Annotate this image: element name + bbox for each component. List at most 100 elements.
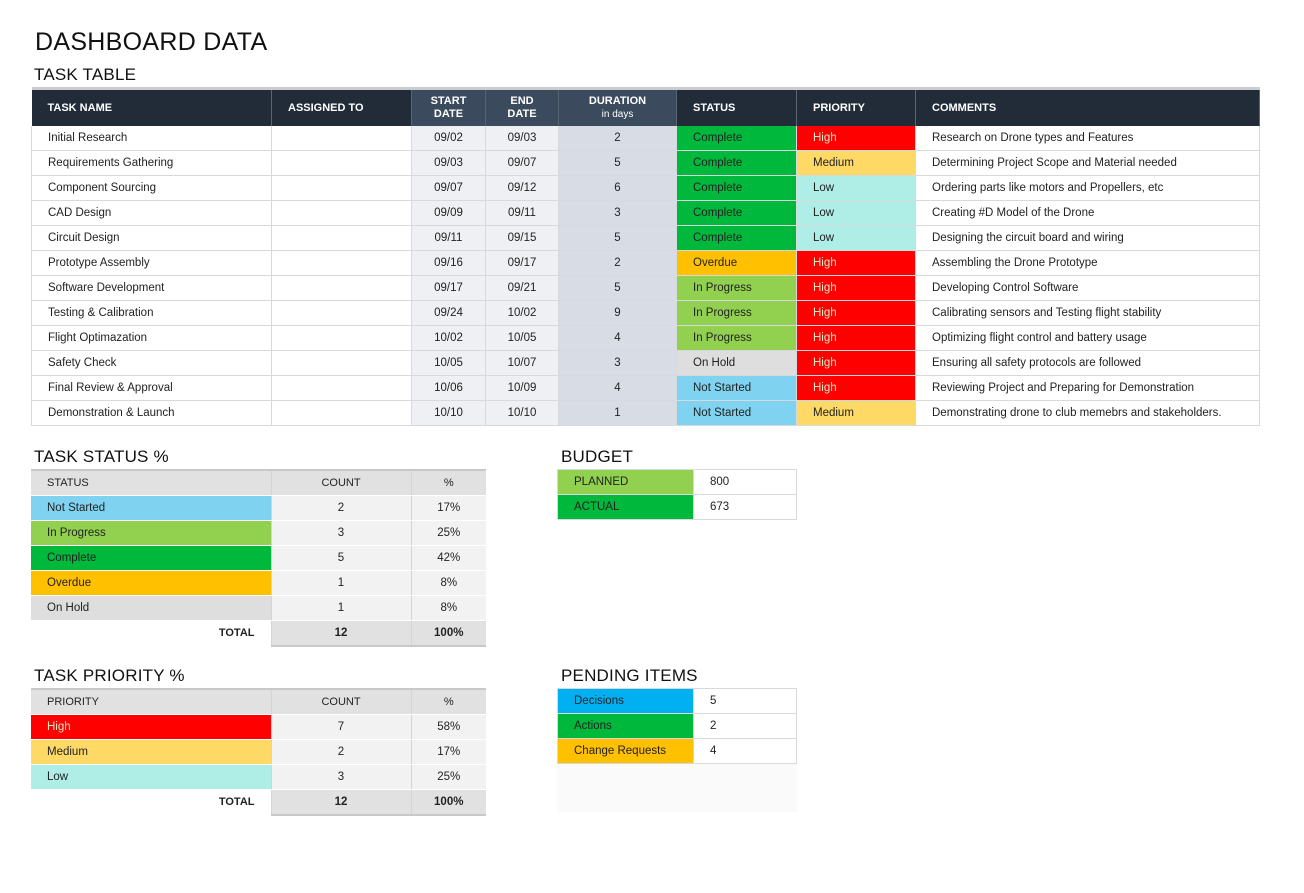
status-summary-pct[interactable]: 17% bbox=[410, 495, 486, 521]
header-priority[interactable]: PRIORITY bbox=[796, 88, 916, 126]
assigned-to-cell[interactable] bbox=[271, 375, 412, 401]
duration-cell[interactable]: 3 bbox=[558, 350, 677, 376]
status-cell[interactable]: Complete bbox=[676, 225, 797, 251]
status-summary-count[interactable]: 3 bbox=[270, 520, 411, 546]
priority-cell[interactable]: High bbox=[796, 350, 916, 376]
header-end-date[interactable]: END DATE bbox=[485, 88, 559, 126]
task-row[interactable]: Demonstration & Launch 10/10 10/10 1 Not Sta… bbox=[31, 400, 1260, 426]
pending-decisions-value[interactable]: 5 bbox=[693, 688, 797, 714]
priority-cell[interactable]: High bbox=[796, 250, 916, 276]
priority-cell[interactable]: Low bbox=[796, 175, 916, 201]
assigned-to-cell[interactable] bbox=[271, 325, 412, 351]
header-status[interactable]: STATUS bbox=[676, 88, 797, 126]
duration-cell[interactable]: 9 bbox=[558, 300, 677, 326]
status-cell[interactable]: Complete bbox=[676, 126, 797, 151]
task-name-cell[interactable]: Circuit Design bbox=[31, 225, 272, 251]
end-date-cell[interactable]: 09/03 bbox=[485, 126, 559, 151]
end-date-cell[interactable]: 10/09 bbox=[485, 375, 559, 401]
end-date-cell[interactable]: 09/21 bbox=[485, 275, 559, 301]
budget-actual-value[interactable]: 673 bbox=[693, 494, 797, 520]
comments-cell[interactable]: Ensuring all safety protocols are follow… bbox=[915, 350, 1260, 376]
status-cell[interactable]: Not Started bbox=[676, 375, 797, 401]
duration-cell[interactable]: 2 bbox=[558, 250, 677, 276]
priority-cell[interactable]: High bbox=[796, 325, 916, 351]
status-total-count[interactable]: 12 bbox=[270, 620, 411, 647]
start-date-cell[interactable]: 09/11 bbox=[411, 225, 486, 251]
task-row[interactable]: Testing & Calibration 09/24 10/02 9 In Progr… bbox=[31, 300, 1260, 326]
end-date-cell[interactable]: 09/11 bbox=[485, 200, 559, 226]
duration-cell[interactable]: 1 bbox=[558, 400, 677, 426]
assigned-to-cell[interactable] bbox=[271, 250, 412, 276]
end-date-cell[interactable]: 10/05 bbox=[485, 325, 559, 351]
start-date-cell[interactable]: 09/07 bbox=[411, 175, 486, 201]
start-date-cell[interactable]: 09/24 bbox=[411, 300, 486, 326]
status-summary-pct[interactable]: 8% bbox=[410, 595, 486, 621]
comments-cell[interactable]: Determining Project Scope and Material n… bbox=[915, 150, 1260, 176]
priority-cell[interactable]: Low bbox=[796, 200, 916, 226]
task-row[interactable]: Component Sourcing 09/07 09/12 6 Complete Low… bbox=[31, 175, 1260, 201]
status-summary-count[interactable]: 1 bbox=[270, 570, 411, 596]
duration-cell[interactable]: 5 bbox=[558, 225, 677, 251]
status-summary-count[interactable]: 5 bbox=[270, 545, 411, 571]
status-summary-count[interactable]: 2 bbox=[270, 495, 411, 521]
comments-cell[interactable]: Calibrating sensors and Testing flight s… bbox=[915, 300, 1260, 326]
task-row[interactable]: Circuit Design 09/11 09/15 5 Complete Low Desi… bbox=[31, 225, 1260, 251]
task-row[interactable]: Final Review & Approval 10/06 10/09 4 Not St… bbox=[31, 375, 1260, 401]
task-name-cell[interactable]: Prototype Assembly bbox=[31, 250, 272, 276]
duration-cell[interactable]: 5 bbox=[558, 150, 677, 176]
status-summary-pct[interactable]: 25% bbox=[410, 520, 486, 546]
header-comments[interactable]: COMMENTS bbox=[915, 88, 1260, 126]
status-summary-pct[interactable]: 42% bbox=[410, 545, 486, 571]
comments-cell[interactable]: Reviewing Project and Preparing for Demo… bbox=[915, 375, 1260, 401]
start-date-cell[interactable]: 10/02 bbox=[411, 325, 486, 351]
task-name-cell[interactable]: Component Sourcing bbox=[31, 175, 272, 201]
start-date-cell[interactable]: 10/06 bbox=[411, 375, 486, 401]
task-row[interactable]: Safety Check 10/05 10/07 3 On Hold High Ensuri… bbox=[31, 350, 1260, 376]
task-name-cell[interactable]: Software Development bbox=[31, 275, 272, 301]
task-name-cell[interactable]: Final Review & Approval bbox=[31, 375, 272, 401]
priority-summary-count[interactable]: 3 bbox=[270, 764, 411, 790]
duration-cell[interactable]: 2 bbox=[558, 126, 677, 151]
comments-cell[interactable]: Research on Drone types and Features bbox=[915, 126, 1260, 151]
task-name-cell[interactable]: Requirements Gathering bbox=[31, 150, 272, 176]
duration-cell[interactable]: 4 bbox=[558, 325, 677, 351]
start-date-cell[interactable]: 10/05 bbox=[411, 350, 486, 376]
task-row[interactable]: Requirements Gathering 09/03 09/07 5 Complet… bbox=[31, 150, 1260, 176]
start-date-cell[interactable]: 09/16 bbox=[411, 250, 486, 276]
priority-summary-pct[interactable]: 58% bbox=[410, 714, 486, 740]
budget-planned-value[interactable]: 800 bbox=[693, 469, 797, 495]
priority-cell[interactable]: High bbox=[796, 275, 916, 301]
assigned-to-cell[interactable] bbox=[271, 200, 412, 226]
priority-cell[interactable]: High bbox=[796, 375, 916, 401]
priority-cell[interactable]: Medium bbox=[796, 400, 916, 426]
end-date-cell[interactable]: 10/10 bbox=[485, 400, 559, 426]
status-summary-count[interactable]: 1 bbox=[270, 595, 411, 621]
task-name-cell[interactable]: Demonstration & Launch bbox=[31, 400, 272, 426]
pending-change-value[interactable]: 4 bbox=[693, 738, 797, 764]
assigned-to-cell[interactable] bbox=[271, 400, 412, 426]
task-name-cell[interactable]: Safety Check bbox=[31, 350, 272, 376]
start-date-cell[interactable]: 09/02 bbox=[411, 126, 486, 151]
priority-cell[interactable]: Low bbox=[796, 225, 916, 251]
start-date-cell[interactable]: 10/10 bbox=[411, 400, 486, 426]
start-date-cell[interactable]: 09/03 bbox=[411, 150, 486, 176]
priority-cell[interactable]: High bbox=[796, 126, 916, 151]
end-date-cell[interactable]: 10/07 bbox=[485, 350, 559, 376]
end-date-cell[interactable]: 09/12 bbox=[485, 175, 559, 201]
duration-cell[interactable]: 3 bbox=[558, 200, 677, 226]
task-name-cell[interactable]: CAD Design bbox=[31, 200, 272, 226]
assigned-to-cell[interactable] bbox=[271, 275, 412, 301]
status-total-pct[interactable]: 100% bbox=[410, 620, 486, 647]
task-row[interactable]: Prototype Assembly 09/16 09/17 2 Overdue High… bbox=[31, 250, 1260, 276]
task-row[interactable]: Software Development 09/17 09/21 5 In Progre… bbox=[31, 275, 1260, 301]
assigned-to-cell[interactable] bbox=[271, 350, 412, 376]
priority-summary-pct[interactable]: 25% bbox=[410, 764, 486, 790]
priority-summary-count[interactable]: 2 bbox=[270, 739, 411, 765]
task-row[interactable]: Flight Optimazation 10/02 10/05 4 In Progres… bbox=[31, 325, 1260, 351]
assigned-to-cell[interactable] bbox=[271, 300, 412, 326]
priority-cell[interactable]: High bbox=[796, 300, 916, 326]
status-cell[interactable]: On Hold bbox=[676, 350, 797, 376]
assigned-to-cell[interactable] bbox=[271, 126, 412, 151]
status-cell[interactable]: In Progress bbox=[676, 275, 797, 301]
status-cell[interactable]: Overdue bbox=[676, 250, 797, 276]
